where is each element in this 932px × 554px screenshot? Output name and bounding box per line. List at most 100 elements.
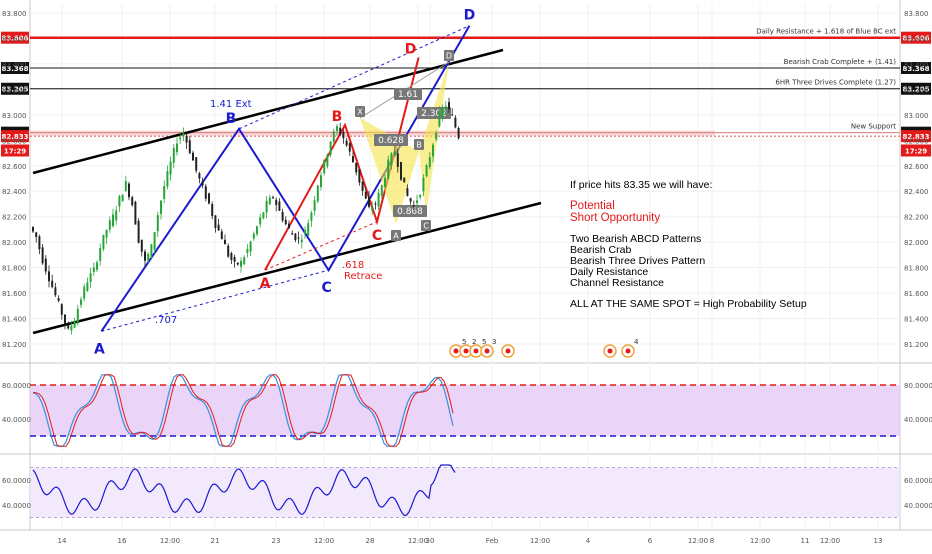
price-label: 17:29: [4, 147, 26, 155]
time-tick-label: 12:00: [314, 537, 334, 545]
price-candle: [48, 271, 50, 282]
price-candle: [438, 111, 441, 127]
price-candle: [134, 201, 137, 225]
price-candle: [454, 117, 457, 128]
price-candle: [396, 153, 399, 167]
price-tick-label: 81.800: [2, 265, 27, 273]
price-candle: [220, 231, 223, 240]
event-icon-dot: [463, 348, 469, 354]
price-tick-label: 81.400: [2, 316, 27, 324]
price-candle: [307, 223, 310, 236]
price-tick-label: 83.400: [904, 61, 929, 69]
price-tick-label: 83.800: [2, 10, 27, 18]
price-candle: [256, 226, 258, 235]
price-candle: [160, 200, 162, 214]
trade-note: If price hits 83.35 we will have: Potent…: [570, 180, 820, 310]
price-candle: [83, 286, 86, 299]
price-tick-label: 83.200: [904, 86, 929, 94]
price-tick-label: 81.400: [904, 316, 929, 324]
price-candle: [195, 157, 198, 171]
price-tick-label: 81.600: [904, 290, 929, 298]
annotation-ext: 1.41 Ext: [210, 99, 252, 110]
price-candle: [44, 258, 47, 272]
price-tick-label: 83.600: [2, 35, 27, 43]
time-tick-label: Feb: [486, 537, 499, 545]
price-candle: [268, 197, 271, 205]
price-tick-label: 82.400: [2, 188, 27, 196]
price-candle: [377, 192, 380, 207]
price-candle: [400, 162, 402, 180]
price-candle: [227, 245, 230, 257]
event-icon-dot: [484, 348, 490, 354]
crab-point-label: B: [416, 141, 422, 150]
price-candle: [252, 233, 255, 239]
price-candle: [60, 304, 63, 315]
price-candle: [217, 224, 220, 231]
time-tick-label: 12:00: [820, 537, 840, 545]
time-tick-label: 14: [58, 537, 67, 545]
price-candle: [54, 287, 57, 296]
price-candle: [444, 106, 447, 110]
price-candle: [153, 232, 156, 250]
price-candle: [432, 144, 434, 157]
price-candle: [89, 273, 92, 283]
price-candle: [288, 223, 290, 229]
price-candle: [131, 197, 134, 206]
price-candle: [67, 324, 70, 329]
price-candle: [102, 234, 105, 250]
price-candle: [236, 262, 239, 265]
time-tick-label: 28: [366, 537, 375, 545]
osc1-tick-label: 80.0000: [904, 382, 932, 390]
crab-point-label: X: [357, 108, 363, 117]
price-candle: [419, 194, 422, 198]
price-tick-label: 82.400: [904, 188, 929, 196]
price-tick-label: 82.000: [2, 239, 27, 247]
price-candle: [137, 220, 140, 243]
price-candle: [387, 159, 390, 179]
price-candle: [355, 162, 358, 173]
event-count-label: 5: [482, 338, 486, 346]
price-candle: [32, 226, 34, 232]
price-candle: [428, 157, 431, 167]
osc2-tick-label: 40.0000: [904, 502, 932, 510]
price-candle: [124, 181, 127, 191]
price-tick-label: 82.800: [904, 137, 929, 145]
red-point-label: B: [332, 109, 343, 125]
osc1-tick-label: 40.0000: [904, 416, 932, 424]
price-candle: [342, 131, 345, 139]
price-candle: [121, 194, 124, 202]
price-candle: [92, 267, 95, 272]
price-candle: [393, 151, 396, 156]
blue-point-label: A: [94, 341, 105, 357]
price-candle: [352, 156, 354, 163]
price-tick-label: 81.800: [904, 265, 929, 273]
price-candle: [457, 128, 460, 139]
price-candle: [281, 211, 284, 221]
price-candle: [406, 188, 409, 196]
price-candle: [262, 212, 265, 219]
osc1-tick-label: 80.0000: [2, 382, 31, 390]
time-tick-label: 23: [272, 537, 281, 545]
price-candle: [422, 177, 425, 192]
price-candle: [275, 199, 278, 206]
price-candle: [188, 140, 191, 154]
osc2-tick-label: 60.0000: [2, 477, 31, 485]
note-summary: ALL AT THE SAME SPOT = High Probability …: [570, 298, 807, 310]
price-candle: [182, 133, 185, 137]
price-candle: [240, 260, 242, 267]
price-candle: [176, 143, 178, 153]
price-candle: [224, 239, 226, 245]
price-candle: [336, 126, 338, 131]
price-candle: [150, 244, 153, 259]
price-candle: [99, 248, 102, 261]
price-candle: [339, 127, 342, 135]
time-tick-label: 6: [648, 537, 653, 545]
osc2-band: [30, 467, 900, 518]
price-candle: [358, 169, 361, 183]
price-candle: [51, 280, 54, 288]
osc2-tick-label: 60.0000: [904, 477, 932, 485]
price-candle: [272, 197, 274, 199]
price-tick-label: 83.600: [904, 35, 929, 43]
crab-point-label: D: [446, 52, 452, 61]
price-candle: [86, 282, 89, 292]
